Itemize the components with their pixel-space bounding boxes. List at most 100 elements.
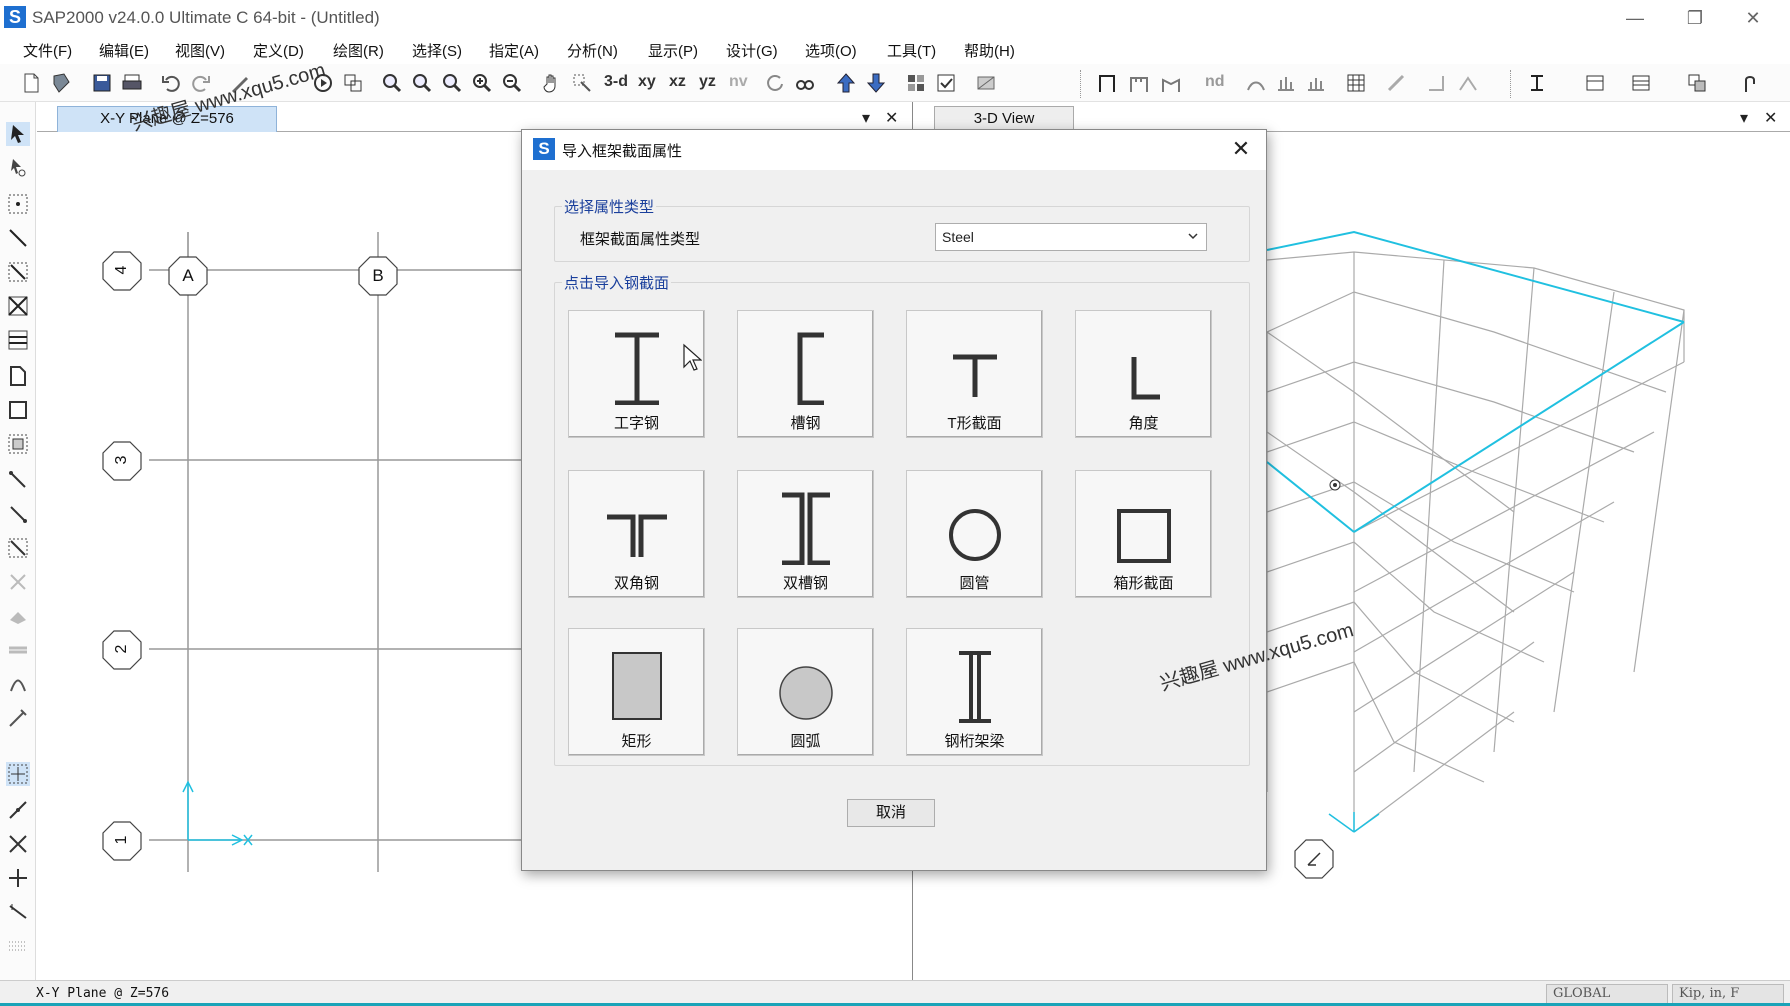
forces-icon[interactable]	[1275, 72, 1297, 94]
deformed-shape-icon[interactable]	[1245, 72, 1267, 94]
zoom-in-icon[interactable]	[471, 72, 493, 94]
new-file-icon[interactable]	[20, 72, 42, 94]
pipe-button[interactable]: 圆管	[906, 470, 1043, 598]
i-section-toolbar-icon[interactable]	[1526, 72, 1548, 94]
view-xy-button[interactable]: xy	[638, 73, 656, 91]
angle-button[interactable]: 角度	[1075, 310, 1212, 438]
i-wide-flange-button[interactable]: 工字钢	[568, 310, 705, 438]
steel-joist-button[interactable]: 钢桁架梁	[906, 628, 1043, 756]
property-type-select[interactable]: Steel	[935, 223, 1207, 251]
draw-poly-area-icon[interactable]	[6, 364, 30, 388]
3d-view-dropdown-icon[interactable]: ▾	[1740, 108, 1748, 128]
view-3d-button[interactable]: 3-d	[604, 73, 628, 91]
quick-draw-link-icon[interactable]	[6, 536, 30, 560]
snap-intersections-icon[interactable]	[6, 832, 30, 856]
link-properties-icon[interactable]	[1686, 72, 1708, 94]
menu-edit[interactable]: 编辑(E)	[99, 40, 149, 61]
draw-frame-icon[interactable]	[6, 226, 30, 250]
quick-draw-secondary-icon[interactable]	[6, 328, 30, 352]
influence-line-icon[interactable]	[1457, 72, 1479, 94]
rectangle-button[interactable]: 矩形	[568, 628, 705, 756]
run-now-icon[interactable]	[342, 72, 364, 94]
draw-dimension-icon[interactable]	[6, 706, 30, 730]
plan-view-close-icon[interactable]: ✕	[885, 108, 898, 128]
table-icon[interactable]	[1345, 72, 1367, 94]
show-undeformed-icon[interactable]	[975, 72, 997, 94]
view-nv-button[interactable]: nv	[729, 73, 748, 91]
move-up-icon[interactable]	[835, 72, 857, 94]
menu-tools[interactable]: 工具(T)	[887, 40, 936, 61]
circle-button[interactable]: 圆弧	[737, 628, 874, 756]
quick-draw-braces-icon[interactable]	[6, 294, 30, 318]
3d-view-close-icon[interactable]: ✕	[1764, 108, 1777, 128]
virtual-work-icon[interactable]	[1385, 72, 1407, 94]
coord-system-select[interactable]: GLOBAL	[1546, 984, 1668, 1004]
draw-special-joint-icon[interactable]	[6, 672, 30, 696]
pan-icon[interactable]	[541, 72, 563, 94]
snap-ends-icon[interactable]	[6, 798, 30, 822]
area-section-icon[interactable]	[1630, 72, 1652, 94]
print-icon[interactable]	[121, 72, 143, 94]
draw-solid-icon[interactable]	[6, 604, 30, 628]
view-yz-button[interactable]: yz	[699, 73, 716, 91]
rotate-view-icon[interactable]	[764, 72, 786, 94]
zoom-window-icon[interactable]	[381, 72, 403, 94]
draw-link-icon[interactable]	[6, 468, 30, 492]
double-channel-button[interactable]: 双槽钢	[737, 470, 874, 598]
nd-button[interactable]: nd	[1205, 73, 1225, 91]
close-window-button[interactable]: ✕	[1730, 4, 1776, 32]
menu-help[interactable]: 帮助(H)	[964, 40, 1015, 61]
snap-fine-grid-icon[interactable]	[6, 934, 30, 958]
set-display-options-icon[interactable]	[905, 72, 927, 94]
menu-display[interactable]: 显示(P)	[648, 40, 698, 61]
menu-view[interactable]: 视图(V)	[175, 40, 225, 61]
quick-draw-frame-icon[interactable]	[6, 260, 30, 284]
zoom-out-icon[interactable]	[501, 72, 523, 94]
menu-define[interactable]: 定义(D)	[253, 40, 304, 61]
menu-analyze[interactable]: 分析(N)	[567, 40, 618, 61]
snap-points-icon[interactable]	[6, 762, 30, 786]
view-xz-button[interactable]: xz	[669, 73, 686, 91]
menu-design[interactable]: 设计(G)	[726, 40, 778, 61]
plan-view-dropdown-icon[interactable]: ▾	[862, 108, 870, 128]
save-icon[interactable]	[91, 72, 113, 94]
draw-rect-area-icon[interactable]	[6, 398, 30, 422]
pointer-icon[interactable]	[6, 122, 30, 146]
draw-tendon-icon[interactable]	[6, 570, 30, 594]
undo-icon[interactable]	[160, 72, 182, 94]
move-down-icon[interactable]	[865, 72, 887, 94]
dialog-close-button[interactable]: ✕	[1226, 134, 1256, 164]
menu-file[interactable]: 文件(F)	[23, 40, 72, 61]
moment-diagram-icon[interactable]	[1160, 72, 1182, 94]
draw-section-cut-icon[interactable]	[6, 638, 30, 662]
channel-button[interactable]: 槽钢	[737, 310, 874, 438]
tube-button[interactable]: 箱形截面	[1075, 470, 1212, 598]
snap-lines-icon[interactable]	[6, 900, 30, 924]
section-cut-icon[interactable]	[1425, 72, 1447, 94]
menu-draw[interactable]: 绘图(R)	[333, 40, 384, 61]
tee-button[interactable]: T形截面	[906, 310, 1043, 438]
snap-perpendicular-icon[interactable]	[6, 866, 30, 890]
reshape-icon[interactable]	[6, 156, 30, 180]
minimize-button[interactable]: —	[1612, 4, 1658, 32]
quick-draw-area-icon[interactable]	[6, 432, 30, 456]
frame-loads-icon[interactable]	[1128, 72, 1150, 94]
template-icon[interactable]	[50, 72, 72, 94]
zoom-previous-icon[interactable]	[441, 72, 463, 94]
frame-icon[interactable]	[1096, 72, 1118, 94]
spring-icon[interactable]	[1740, 72, 1762, 94]
check-icon[interactable]	[935, 72, 957, 94]
perspective-icon[interactable]	[794, 72, 816, 94]
rubber-band-zoom-icon[interactable]	[571, 72, 593, 94]
restore-view-icon[interactable]	[411, 72, 433, 94]
stresses-icon[interactable]	[1305, 72, 1327, 94]
restore-button[interactable]: ❐	[1672, 4, 1718, 32]
draw-1-joint-link-icon[interactable]	[6, 502, 30, 526]
cancel-button[interactable]: 取消	[847, 799, 935, 827]
menu-assign[interactable]: 指定(A)	[489, 40, 539, 61]
draw-joint-icon[interactable]	[6, 192, 30, 216]
double-angle-button[interactable]: 双角钢	[568, 470, 705, 598]
units-select[interactable]: Kip, in, F	[1672, 984, 1784, 1004]
frame-section-icon[interactable]	[1584, 72, 1606, 94]
menu-options[interactable]: 选项(O)	[805, 40, 857, 61]
